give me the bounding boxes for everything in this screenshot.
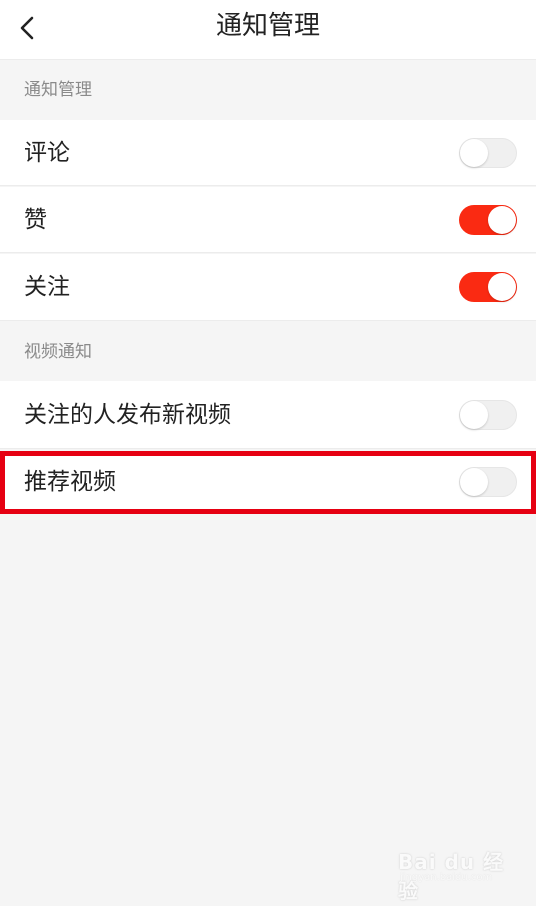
likes-toggle[interactable] bbox=[459, 205, 517, 235]
section-header-video-notifications: 视频通知 bbox=[0, 320, 536, 380]
toggle-knob bbox=[488, 273, 516, 301]
comments-toggle[interactable] bbox=[459, 138, 517, 168]
watermark-url: jingyan.baidu.com bbox=[400, 872, 493, 883]
row-label: 关注 bbox=[24, 274, 70, 300]
toggle-knob bbox=[460, 401, 488, 429]
row-label: 推荐视频 bbox=[24, 469, 116, 495]
row-label: 赞 bbox=[24, 207, 47, 233]
row-label: 关注的人发布新视频 bbox=[24, 402, 231, 428]
page-title: 通知管理 bbox=[215, 11, 320, 41]
follows-toggle[interactable] bbox=[459, 272, 517, 302]
settings-row-followed-new-video: 关注的人发布新视频 bbox=[0, 381, 536, 449]
toggle-knob bbox=[460, 468, 488, 496]
settings-row-likes: 赞 bbox=[0, 187, 536, 253]
toggle-knob bbox=[488, 206, 516, 234]
nav-bar: 通知管理 bbox=[0, 0, 536, 60]
row-label: 评论 bbox=[24, 140, 70, 166]
settings-row-follows: 关注 bbox=[0, 254, 536, 320]
recommended-videos-toggle[interactable] bbox=[459, 467, 517, 497]
watermark: Bai du 经验 jingyan.baidu.com bbox=[398, 846, 508, 903]
settings-row-recommended-videos: 推荐视频 bbox=[0, 451, 536, 514]
section-header-notification-management: 通知管理 bbox=[24, 80, 92, 100]
settings-row-comments: 评论 bbox=[0, 120, 536, 186]
followed-new-video-toggle[interactable] bbox=[459, 400, 517, 430]
toggle-knob bbox=[460, 139, 488, 167]
